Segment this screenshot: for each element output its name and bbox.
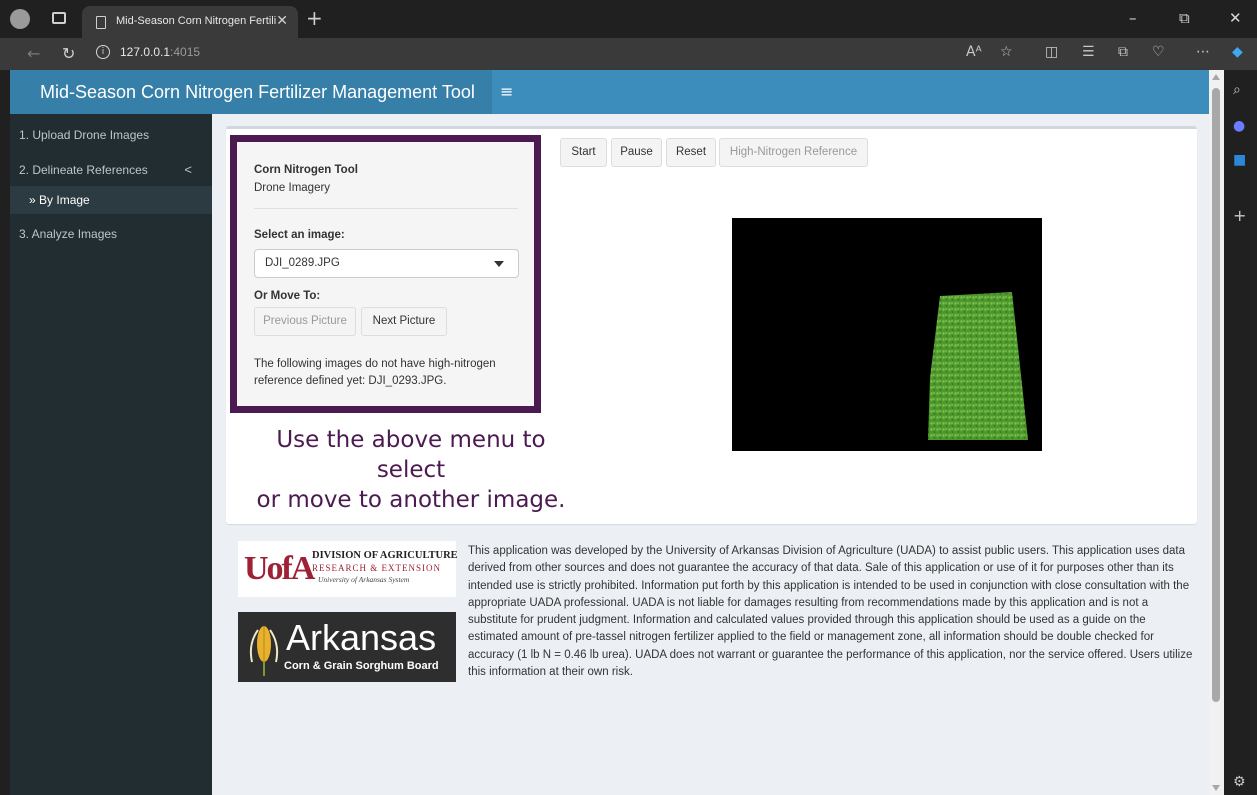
dropdown-caret-icon (494, 261, 504, 267)
uofa-line1: DIVISION OF AGRICULTURE (312, 550, 458, 561)
sidebar-item-label: By Image (39, 193, 90, 207)
high-nitrogen-reference-button[interactable]: High-Nitrogen Reference (719, 138, 868, 167)
sidebar-item-label: 2. Delineate References (19, 163, 148, 177)
settings-icon[interactable]: ⚙ (1233, 774, 1246, 790)
close-window-icon[interactable]: ✕ (1229, 9, 1242, 27)
selected-image-value: DJI_0289.JPG (265, 257, 340, 269)
app-header: Mid-Season Corn Nitrogen Fertilizer Mana… (10, 70, 1209, 114)
address-bar: ← ↻ i 127.0.0.1:4015 Aᴬ ☆ ◫ ☰ ⧉ ♡ ⋯ ◆ (0, 38, 1257, 70)
previous-picture-button[interactable]: Previous Picture (254, 307, 356, 336)
panel-title: Corn Nitrogen Tool (254, 164, 358, 176)
app-title: Mid-Season Corn Nitrogen Fertilizer Mana… (10, 70, 492, 114)
select-image-label: Select an image: (254, 229, 345, 241)
sidebar-item-upload[interactable]: 1. Upload Drone Images (10, 119, 212, 151)
uofa-line3: University of Arkansas System (318, 575, 410, 584)
chevron-left-icon: < (184, 162, 192, 177)
menu-toggle-icon[interactable]: ≡ (500, 82, 513, 101)
sidebar-item-analyze[interactable]: 3. Analyze Images (10, 218, 212, 250)
instruction-text: Use the above menu to select or move to … (256, 427, 566, 513)
divider (254, 208, 518, 209)
arkansas-wordmark: Arkansas (286, 617, 437, 658)
favorites-list-icon[interactable]: ☰ (1082, 44, 1095, 60)
arkansas-subtitle: Corn & Grain Sorghum Board (284, 660, 439, 672)
copilot-side-icon[interactable]: ● (1233, 118, 1245, 134)
site-info-icon[interactable]: i (96, 45, 110, 59)
page-icon (96, 16, 106, 29)
new-tab-button[interactable]: + (306, 8, 323, 28)
health-icon[interactable]: ♡ (1152, 44, 1165, 60)
field-plot-image (928, 292, 1028, 440)
sidebar-item-delineate[interactable]: 2. Delineate References < (10, 154, 212, 186)
missing-reference-note: The following images do not have high-ni… (254, 358, 496, 387)
profile-avatar[interactable] (10, 9, 30, 29)
favorite-icon[interactable]: ☆ (1000, 44, 1013, 60)
disclaimer-text: This application was developed by the Un… (468, 545, 1193, 679)
corn-icon (249, 626, 279, 676)
scroll-thumb[interactable] (1212, 88, 1220, 702)
next-picture-button[interactable]: Next Picture (361, 307, 447, 336)
page-scrollbar[interactable] (1209, 70, 1224, 795)
tab-title: Mid-Season Corn Nitrogen Fertili (116, 15, 276, 27)
read-aloud-icon[interactable]: Aᴬ (966, 44, 982, 60)
reset-button[interactable]: Reset (666, 138, 716, 167)
restore-icon[interactable]: ⧉ (1179, 9, 1190, 27)
scroll-down-arrow[interactable] (1212, 785, 1220, 791)
close-tab-icon[interactable]: ✕ (276, 13, 288, 29)
search-icon[interactable]: ⌕ (1233, 82, 1241, 98)
url-field[interactable]: i 127.0.0.1:4015 (92, 42, 952, 66)
drone-image[interactable] (732, 218, 1042, 451)
minimize-icon[interactable]: – (1129, 9, 1137, 27)
image-select[interactable]: DJI_0289.JPG (254, 249, 519, 278)
tab-actions-icon[interactable] (52, 12, 66, 24)
uofa-line2: RESEARCH & EXTENSION (312, 563, 442, 573)
split-screen-icon[interactable]: ◫ (1045, 44, 1058, 60)
start-button[interactable]: Start (560, 138, 607, 167)
uada-logo: UofA DIVISION OF AGRICULTURE RESEARCH & … (238, 541, 458, 597)
edge-sidebar: ⌕ ● ■ + ⚙ (1224, 70, 1257, 795)
refresh-icon[interactable]: ↻ (62, 44, 75, 63)
image-selection-panel: Corn Nitrogen Tool Drone Imagery Select … (230, 135, 541, 413)
scroll-up-arrow[interactable] (1212, 74, 1220, 80)
arkansas-corn-board-logo: Arkansas Corn & Grain Sorghum Board (238, 612, 456, 682)
sidebar: 1. Upload Drone Images 2. Delineate Refe… (10, 114, 212, 795)
move-to-label: Or Move To: (254, 290, 321, 302)
double-chevron-icon: » (29, 193, 36, 207)
pause-button[interactable]: Pause (611, 138, 662, 167)
back-icon[interactable]: ← (27, 44, 40, 63)
sidebar-subitem-by-image[interactable]: » By Image (10, 186, 212, 214)
app-root: Mid-Season Corn Nitrogen Fertilizer Mana… (10, 70, 1209, 795)
uofa-mark: UofA (244, 550, 315, 587)
browser-tab[interactable]: Mid-Season Corn Nitrogen Fertili ✕ (82, 6, 298, 38)
url-text: 127.0.0.1:4015 (120, 45, 201, 59)
more-icon[interactable]: ⋯ (1196, 44, 1210, 60)
copilot-icon[interactable]: ◆ (1232, 44, 1243, 60)
main-box: Corn Nitrogen Tool Drone Imagery Select … (226, 126, 1197, 524)
outlook-icon[interactable]: ■ (1233, 152, 1246, 168)
browser-tab-bar: Mid-Season Corn Nitrogen Fertili ✕ + – ⧉… (0, 0, 1257, 38)
collections-icon[interactable]: ⧉ (1118, 44, 1128, 60)
panel-subtitle: Drone Imagery (254, 182, 331, 194)
add-icon[interactable]: + (1233, 206, 1246, 225)
